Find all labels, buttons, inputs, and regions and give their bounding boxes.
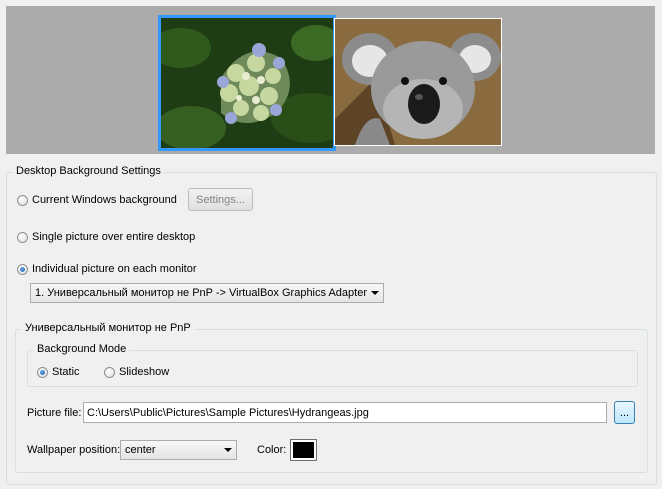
monitor-group-title: Универсальный монитор не PnP [22,322,194,334]
monitor-select-dropdown[interactable]: 1. Универсальный монитор не PnP -> Virtu… [30,283,384,303]
color-label: Color: [257,444,287,456]
wallpaper-position-dropdown[interactable]: center [120,440,237,460]
monitor-2-preview[interactable] [334,18,502,146]
radio-indicator-checked[interactable] [17,263,28,275]
radio-label: Individual picture on each monitor [32,263,197,275]
browse-button[interactable]: ... [614,401,635,424]
radio-indicator-checked[interactable] [37,366,48,378]
chevron-down-icon [371,291,379,295]
settings-button[interactable]: Settings... [188,188,253,211]
color-picker-button[interactable] [290,439,317,461]
wallpaper-position-value: center [125,444,156,456]
wallpaper-position-label: Wallpaper position: [27,444,121,456]
browse-button-label: ... [619,406,630,419]
radio-label: Static [52,366,80,378]
monitor-preview-area [6,6,655,154]
picture-file-label: Picture file: [27,407,82,419]
radio-indicator[interactable] [17,194,28,206]
hydrangea-image [161,18,333,148]
radio-label: Slideshow [119,366,170,378]
radio-indicator[interactable] [104,366,115,378]
monitor-1-preview[interactable] [158,15,336,151]
koala-image [335,19,501,145]
picture-file-input[interactable]: C:\Users\Public\Pictures\Sample Pictures… [83,402,607,423]
color-swatch [293,442,314,458]
radio-single-picture[interactable]: Single picture over entire desktop [17,231,195,243]
radio-current-windows-background[interactable]: Current Windows background [17,194,177,206]
settings-button-label: Settings... [196,193,245,206]
group-title: Desktop Background Settings [13,165,164,177]
radio-label: Single picture over entire desktop [32,231,196,243]
background-mode-title: Background Mode [34,343,130,355]
radio-slideshow[interactable]: Slideshow [104,366,169,378]
radio-static[interactable]: Static [37,366,80,378]
chevron-down-icon [224,448,232,452]
monitor-select-value: 1. Универсальный монитор не PnP -> Virtu… [35,287,367,299]
radio-indicator[interactable] [17,231,28,243]
radio-label: Current Windows background [32,194,177,206]
picture-file-value: C:\Users\Public\Pictures\Sample Pictures… [87,406,369,419]
radio-individual-picture[interactable]: Individual picture on each monitor [17,263,196,275]
